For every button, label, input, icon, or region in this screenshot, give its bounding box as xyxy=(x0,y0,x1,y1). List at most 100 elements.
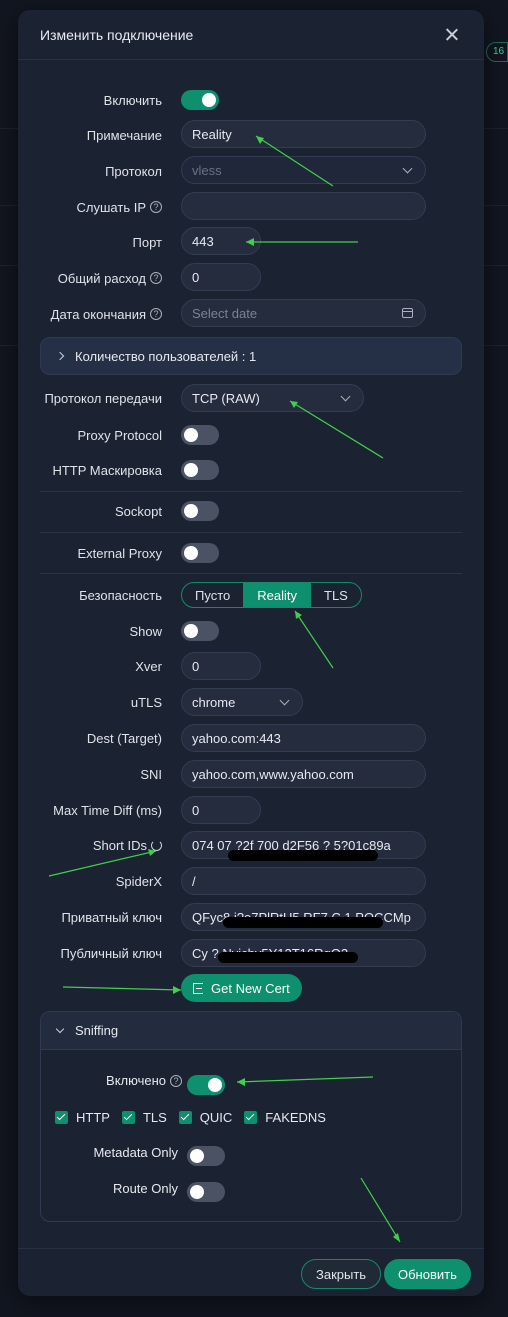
sockopt-row: Sockopt xyxy=(18,496,484,526)
sniff-fakedns-label: FAKEDNS xyxy=(265,1110,326,1125)
security-label: Безопасность xyxy=(79,587,162,603)
xver-input[interactable]: 0 xyxy=(181,652,261,680)
remark-row: Примечание Reality xyxy=(18,120,484,150)
metadata-only-toggle[interactable] xyxy=(187,1146,225,1166)
traffic-label-wrap: Общий расход ? xyxy=(18,271,172,286)
sni-input[interactable]: yahoo.com,www.yahoo.com xyxy=(181,760,426,788)
external-proxy-toggle[interactable] xyxy=(181,543,219,563)
sniff-http-label: HTTP xyxy=(76,1110,110,1125)
spiderx-label: SpiderX xyxy=(115,873,162,889)
modal-header: Изменить подключение xyxy=(18,10,484,60)
traffic-label: Общий расход xyxy=(57,270,146,286)
expiry-row: Дата окончания ? Select date xyxy=(18,299,484,329)
security-option-tls[interactable]: TLS xyxy=(310,583,361,607)
sniffing-title: Sniffing xyxy=(75,1023,119,1038)
enable-row: Включить xyxy=(18,85,484,115)
short-ids-label: Short IDs xyxy=(92,837,147,853)
help-icon[interactable]: ? xyxy=(170,1074,182,1087)
http-masking-toggle[interactable] xyxy=(181,460,219,480)
expiry-date-picker[interactable]: Select date xyxy=(181,299,426,327)
listen-ip-input[interactable] xyxy=(181,192,426,220)
redaction-mark xyxy=(228,850,378,861)
dest-label: Dest (Target) xyxy=(86,730,162,746)
transport-row: Протокол передачи TCP (RAW) xyxy=(18,383,484,413)
spiderx-input[interactable]: / xyxy=(181,867,426,895)
calendar-icon xyxy=(402,308,413,318)
listen-ip-label-wrap: Слушать IP ? xyxy=(18,200,172,215)
sniffing-options: HTTP TLS QUIC FAKEDNS xyxy=(55,1110,326,1125)
security-option-reality[interactable]: Reality xyxy=(243,583,310,607)
sniffing-enabled-toggle[interactable] xyxy=(187,1075,225,1095)
http-masking-row: HTTP Маскировка xyxy=(18,455,484,485)
external-proxy-row: External Proxy xyxy=(18,538,484,568)
utls-select[interactable]: chrome xyxy=(181,688,303,716)
traffic-input[interactable]: 0 xyxy=(181,263,261,291)
help-icon[interactable]: ? xyxy=(150,308,162,320)
checkbox-checked-icon xyxy=(55,1111,68,1124)
close-button[interactable]: Закрыть xyxy=(301,1259,382,1289)
sniff-tls-checkbox[interactable]: TLS xyxy=(121,1110,167,1125)
security-option-none[interactable]: Пусто xyxy=(182,583,243,607)
show-toggle[interactable] xyxy=(181,621,219,641)
get-new-cert-button[interactable]: Get New Cert xyxy=(181,974,302,1002)
section-divider xyxy=(40,532,462,533)
modal-footer: Закрыть Обновить xyxy=(18,1248,484,1296)
utls-value: chrome xyxy=(192,694,236,710)
security-row: Безопасность Пусто Reality TLS xyxy=(18,580,484,610)
port-input[interactable]: 443 xyxy=(181,227,261,255)
checkbox-checked-icon xyxy=(244,1111,258,1124)
transport-select[interactable]: TCP (RAW) xyxy=(181,384,364,412)
expiry-label-wrap: Дата окончания ? xyxy=(18,307,172,322)
proxy-protocol-toggle[interactable] xyxy=(181,425,219,445)
sockopt-label: Sockopt xyxy=(115,503,162,519)
enable-toggle[interactable] xyxy=(181,90,219,110)
remark-label: Примечание xyxy=(86,127,162,143)
http-masking-label: HTTP Маскировка xyxy=(52,462,162,478)
dest-input[interactable]: yahoo.com:443 xyxy=(181,724,426,752)
show-label: Show xyxy=(129,623,162,639)
refresh-icon[interactable] xyxy=(151,839,162,851)
get-cert-wrap: Get New Cert xyxy=(181,974,302,1002)
sniffing-enabled-label: Включено xyxy=(106,1073,166,1088)
route-only-toggle[interactable] xyxy=(187,1182,225,1202)
chevron-down-icon xyxy=(55,1024,65,1034)
listen-ip-row: Слушать IP ? xyxy=(18,192,484,222)
sniff-fakedns-checkbox[interactable]: FAKEDNS xyxy=(244,1110,326,1125)
utls-label: uTLS xyxy=(130,694,162,710)
edit-inbound-modal: Изменить подключение Включить Примечание… xyxy=(18,10,484,1296)
sniff-tls-label: TLS xyxy=(142,1110,167,1125)
remark-input[interactable]: Reality xyxy=(181,120,426,148)
sniffing-enabled-label-wrap: Включено ? xyxy=(41,1073,182,1088)
xver-label: Xver xyxy=(135,658,162,674)
sockopt-toggle[interactable] xyxy=(181,501,219,521)
section-divider xyxy=(40,573,462,574)
sni-row: SNI yahoo.com,www.yahoo.com xyxy=(18,759,484,789)
protocol-select[interactable]: vless xyxy=(181,156,426,184)
protocol-row: Протокол vless xyxy=(18,156,484,186)
sni-label: SNI xyxy=(140,766,162,782)
close-icon[interactable] xyxy=(442,25,462,45)
clients-collapse[interactable]: Количество пользователей : 1 xyxy=(40,337,462,375)
chevron-down-icon xyxy=(279,695,290,706)
checkbox-checked-icon xyxy=(178,1111,192,1124)
protocol-value: vless xyxy=(192,162,222,178)
max-time-diff-label: Max Time Diff (ms) xyxy=(53,802,162,818)
update-button[interactable]: Обновить xyxy=(384,1259,471,1289)
sniffing-panel: Sniffing Включено ? HTTP TLS QUIC FAKEDN… xyxy=(40,1011,462,1222)
transport-label: Протокол передачи xyxy=(44,390,162,406)
sniff-quic-checkbox[interactable]: QUIC xyxy=(178,1110,232,1125)
help-icon[interactable]: ? xyxy=(150,272,162,284)
max-time-diff-input[interactable]: 0 xyxy=(181,796,261,824)
show-row: Show xyxy=(18,616,484,646)
section-divider xyxy=(40,491,462,492)
security-segmented: Пусто Reality TLS xyxy=(181,582,362,608)
get-new-cert-label: Get New Cert xyxy=(211,980,290,996)
help-icon[interactable]: ? xyxy=(150,201,162,213)
sniff-http-checkbox[interactable]: HTTP xyxy=(55,1110,110,1125)
modal-title: Изменить подключение xyxy=(40,26,194,43)
external-proxy-label: External Proxy xyxy=(77,545,162,561)
clients-count-label: Количество пользователей : 1 xyxy=(75,348,257,364)
utls-row: uTLS chrome xyxy=(18,687,484,717)
proxy-protocol-label: Proxy Protocol xyxy=(77,427,162,443)
sniffing-header[interactable]: Sniffing xyxy=(41,1012,461,1050)
